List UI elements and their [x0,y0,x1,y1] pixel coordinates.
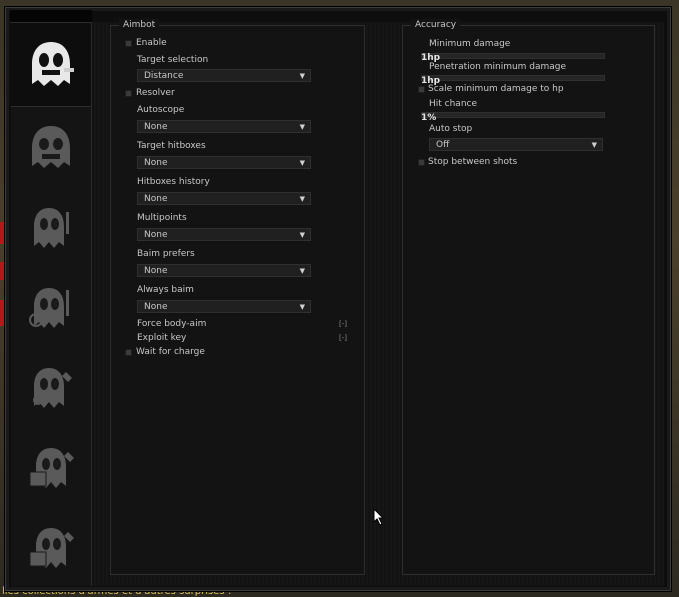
always-baim-dropdown[interactable]: None ▼ [137,300,311,313]
cheat-menu-window: Aimbot Enable Target selection Distance … [5,7,671,591]
aimbot-groupbox: Aimbot Enable Target selection Distance … [110,19,365,575]
enable-label: Enable [136,38,167,48]
ghost-visuals-icon [29,288,69,328]
force-body-aim-keybind[interactable]: [-] [339,320,347,328]
ghost-config-icon [29,528,74,568]
ghost-antiaim-icon [32,126,70,168]
baim-prefers-value: None [144,266,168,276]
chevron-down-icon: ▼ [299,72,305,80]
ghost-misc-icon [33,368,72,408]
wait-for-charge-label: Wait for charge [136,347,205,357]
penetration-minimum-damage-label: Penetration minimum damage [429,62,567,72]
mouse-cursor-icon [373,508,385,526]
stop-between-shots-checkbox[interactable] [418,159,425,166]
always-baim-value: None [144,302,168,312]
hit-chance-slider[interactable] [421,112,605,118]
chevron-down-icon: ▼ [299,159,305,167]
hit-chance-value: 1% [421,113,437,123]
auto-stop-dropdown[interactable]: Off ▼ [429,138,603,151]
accuracy-group-title: Accuracy [411,19,461,31]
tab-misc[interactable] [11,347,91,427]
target-selection-value: Distance [144,71,184,81]
target-hitboxes-label: Target hitboxes [137,141,206,151]
wait-for-charge-checkbox[interactable] [125,349,132,356]
chevron-down-icon: ▼ [299,303,305,311]
chevron-down-icon: ▼ [591,141,597,149]
exploit-key-label: Exploit key [137,333,187,343]
tab-skins[interactable] [11,427,91,507]
multipoints-label: Multipoints [137,213,187,223]
multipoints-dropdown[interactable]: None ▼ [137,228,311,241]
enable-checkbox[interactable] [125,40,132,47]
always-baim-label: Always baim [137,285,194,295]
autoscope-label: Autoscope [137,105,185,115]
chevron-down-icon: ▼ [299,195,305,203]
penetration-minimum-damage-slider[interactable] [421,75,605,81]
aimbot-group-title: Aimbot [119,19,160,31]
autoscope-value: None [144,122,168,132]
resolver-checkbox[interactable] [125,90,132,97]
exploit-key-keybind[interactable]: [-] [339,334,347,342]
tab-legit[interactable] [11,187,91,267]
target-hitboxes-value: None [144,158,168,168]
baim-prefers-dropdown[interactable]: None ▼ [137,264,311,277]
ghost-skins-icon [29,448,74,488]
scale-minimum-damage-label: Scale minimum damage to hp [428,84,564,94]
baim-prefers-label: Baim prefers [137,249,195,259]
ghost-legit-icon [34,208,69,248]
tab-config[interactable] [11,507,91,587]
hitboxes-history-label: Hitboxes history [137,177,210,187]
multipoints-value: None [144,230,168,240]
hitboxes-history-dropdown[interactable]: None ▼ [137,192,311,205]
sidebar [11,22,92,586]
tab-antiaim[interactable] [11,107,91,187]
chevron-down-icon: ▼ [299,267,305,275]
scale-minimum-damage-checkbox[interactable] [418,86,425,93]
auto-stop-value: Off [436,140,450,150]
target-selection-dropdown[interactable]: Distance ▼ [137,69,311,82]
hit-chance-label: Hit chance [429,99,478,109]
autoscope-dropdown[interactable]: None ▼ [137,120,311,133]
chevron-down-icon: ▼ [299,123,305,131]
target-hitboxes-dropdown[interactable]: None ▼ [137,156,311,169]
chevron-down-icon: ▼ [299,231,305,239]
content-area: Aimbot Enable Target selection Distance … [92,19,664,586]
tab-visuals[interactable] [11,267,91,347]
ghost-aimbot-icon [32,41,74,86]
target-selection-label: Target selection [137,55,209,65]
minimum-damage-slider[interactable] [421,53,605,59]
tab-rage[interactable] [11,22,91,107]
resolver-label: Resolver [136,88,175,98]
hitboxes-history-value: None [144,194,168,204]
stop-between-shots-label: Stop between shots [428,157,518,167]
accuracy-groupbox: Accuracy Minimum damage 1hp Penetration … [402,19,655,575]
force-body-aim-label: Force body-aim [137,319,207,329]
minimum-damage-label: Minimum damage [429,39,511,49]
auto-stop-label: Auto stop [429,124,473,134]
